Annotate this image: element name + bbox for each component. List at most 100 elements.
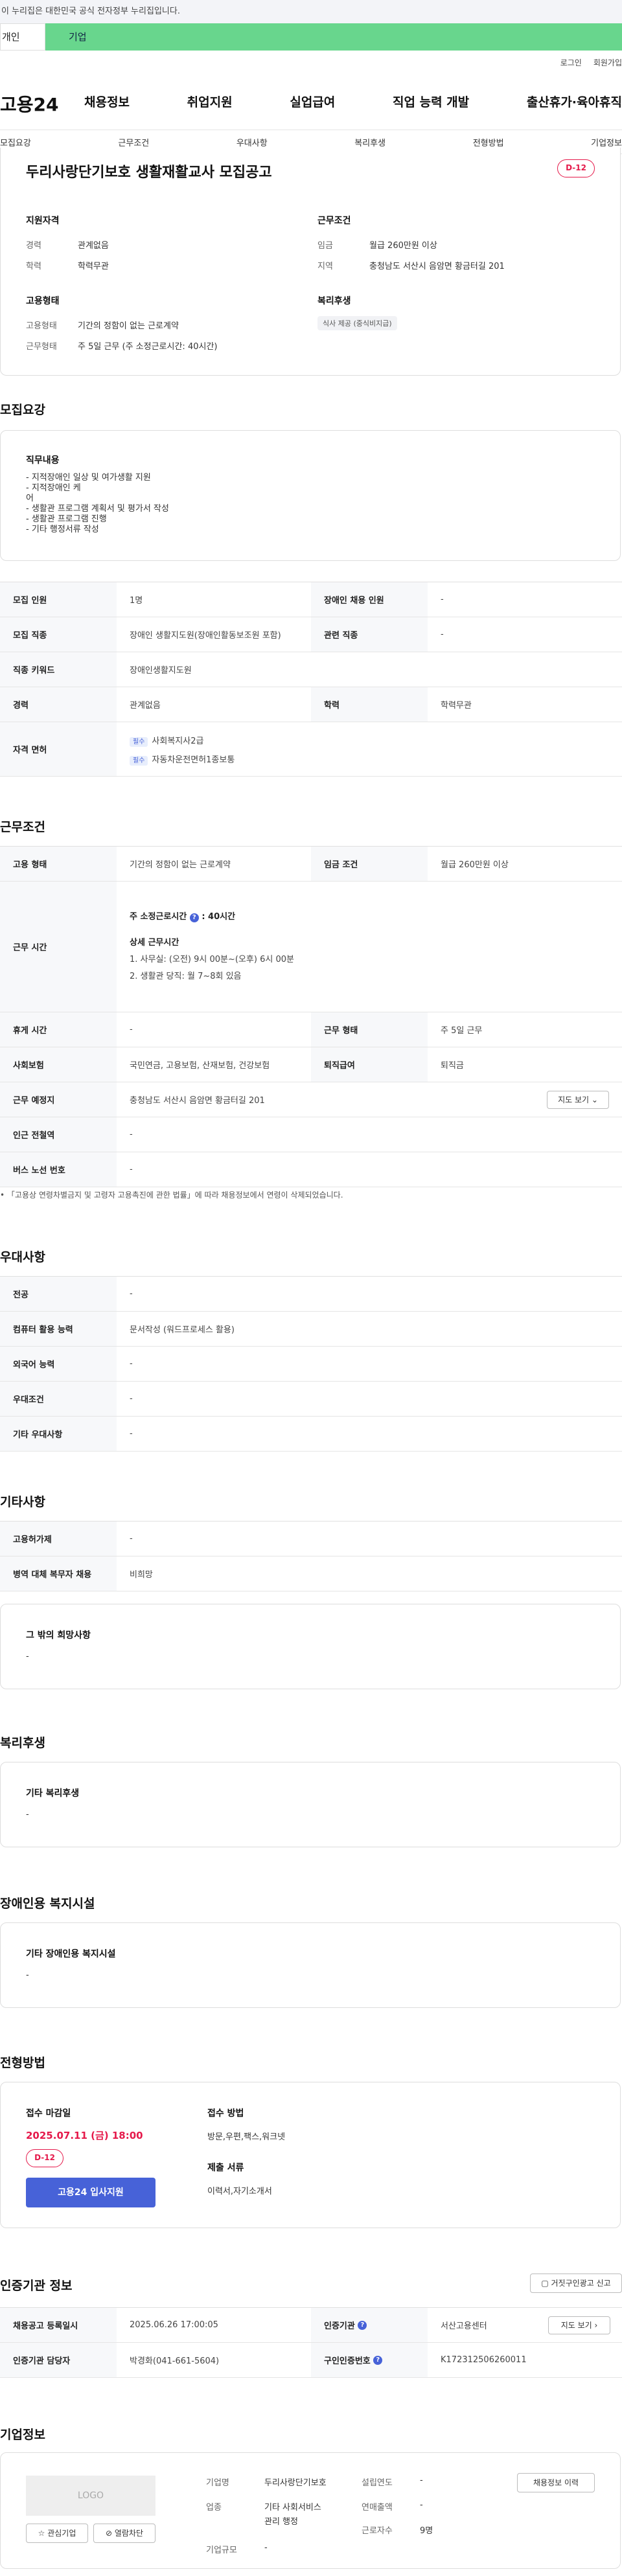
- section-title-prefer: 우대사항: [0, 1250, 45, 1264]
- table-row: 채용공고 등록일시 2025.06.26 17:00:05 인증기관 ? 서산고용센…: [0, 2308, 622, 2343]
- nav-parental-leave[interactable]: 출산휴가·육아휴직: [527, 93, 622, 110]
- td-time: 주 소정근로시간 ? : 40시간 상세 근무시간 1. 사무실: (오전) 9…: [117, 882, 622, 1012]
- tab-personal[interactable]: 개인: [0, 23, 45, 51]
- td-place: 충청남도 서산시 음암면 황금터길 201: [130, 1096, 265, 1106]
- wish-title: 그 밖의 희망사항: [26, 1630, 91, 1641]
- th-cert-no: 구인인증번호 ?: [311, 2343, 428, 2377]
- founded-value: -: [420, 2476, 423, 2485]
- th-place: 근무 예정지: [0, 1082, 117, 1117]
- info-icon[interactable]: ?: [358, 2320, 367, 2330]
- td-job: 장애인 생활지도원(장애인활동보조원 포함): [130, 631, 281, 641]
- nav-job-training[interactable]: 직업 능력 개발: [393, 93, 469, 110]
- map-button-label: 지도 보기: [558, 1095, 590, 1104]
- nav-unemployment-benefit[interactable]: 실업급여: [290, 93, 335, 110]
- hiring-history-button[interactable]: 채용정보 이력: [517, 2473, 595, 2492]
- company-name-key: 기업명: [206, 2478, 229, 2488]
- hours-label: 주 소정근로시간: [130, 911, 187, 922]
- license-name: 사회복지사2급: [152, 736, 204, 746]
- anchor-company[interactable]: 기업정보: [591, 136, 622, 148]
- anchor-prefer[interactable]: 우대사항: [236, 136, 268, 148]
- anchor-recruit[interactable]: 모집요강: [0, 136, 31, 148]
- favorite-company-button[interactable]: ☆ 관심기업: [26, 2524, 88, 2543]
- company-name-value: 두리사랑단기보호: [264, 2478, 327, 2488]
- emptype-key: 고용형태: [26, 321, 57, 331]
- age-notice-text: 「고용상 연령차별금지 및 고령자 고용촉진에 관한 법률」에 따라 채용정보에…: [6, 1191, 343, 1200]
- recruit-table: 모집 인원 1명 장애인 채용 인원 - 모집 직종 장애인 생활지도원(장애인활동보…: [0, 582, 622, 777]
- th-keyword: 직종 키워드: [0, 652, 117, 687]
- chevron-down-icon: ⌄: [591, 1095, 598, 1104]
- cert-no-label: 구인인증번호: [324, 2356, 371, 2366]
- license-item: 필수 사회복지사2급: [130, 734, 204, 747]
- hours-line: 주 소정근로시간 ? : 40시간: [130, 909, 235, 926]
- anchor-conditions[interactable]: 근무조건: [118, 136, 149, 148]
- deadline-title: 접수 마감일: [26, 2108, 71, 2119]
- table-row: 인근 전철역 -: [0, 1117, 622, 1152]
- sales-value: -: [420, 2500, 423, 2510]
- section-title-process: 전형방법: [0, 2056, 45, 2070]
- th-reg: 채용공고 등록일시: [0, 2308, 117, 2342]
- td-break: -: [130, 1025, 133, 1034]
- info-icon[interactable]: ?: [373, 2355, 383, 2365]
- th-org: 인증기관 ?: [311, 2308, 428, 2342]
- table-row: 고용 형태 기간의 정함이 없는 근로계약 임금 조건 월급 260만원 이상: [0, 847, 622, 882]
- career-value: 관계없음: [78, 241, 109, 251]
- site-logo[interactable]: 고용24: [0, 91, 59, 117]
- login-link[interactable]: 로그인: [560, 57, 582, 68]
- th-retire: 퇴직급여: [311, 1047, 428, 1082]
- method-title: 접수 방법: [207, 2108, 244, 2119]
- table-row: 버스 노선 번호 -: [0, 1152, 622, 1187]
- section-title-facility: 장애인용 복지시설: [0, 1897, 95, 1911]
- map-button-label: 지도 보기: [560, 2321, 592, 2330]
- star-icon: ☆: [38, 2529, 48, 2538]
- th-bus: 버스 노선 번호: [0, 1152, 117, 1187]
- company-logo: LOGO: [26, 2476, 156, 2516]
- table-row: 컴퓨터 활용 능력 문서작성 (워드프로세스 활용): [0, 1312, 622, 1347]
- facility-card: [0, 1922, 621, 2008]
- join-link[interactable]: 회원가입: [593, 57, 622, 68]
- org-map-button[interactable]: 지도 보기 ›: [548, 2316, 610, 2334]
- apply-button[interactable]: 고용24 입사지원: [26, 2178, 156, 2207]
- duty-line: - 생활관 프로그램 계획서 및 평가서 작성: [26, 504, 169, 514]
- info-icon[interactable]: ?: [189, 913, 199, 922]
- region-value: 충청남도 서산시 음암면 황금터길 201: [369, 262, 505, 271]
- table-row: 전공 -: [0, 1277, 622, 1312]
- anchor-welfare[interactable]: 복리후생: [354, 136, 386, 148]
- th-cond: 우대조건: [0, 1382, 117, 1416]
- required-tag: 필수: [130, 755, 148, 766]
- nav-jobs[interactable]: 채용정보: [84, 93, 130, 110]
- nav-employment-support[interactable]: 취업지원: [187, 93, 233, 110]
- region-key: 지역: [317, 262, 333, 271]
- table-row: 근무 시간 주 소정근로시간 ? : 40시간 상세 근무시간 1. 사무실: …: [0, 882, 622, 1012]
- welfare-etc-value: -: [26, 1810, 29, 1819]
- detail-label: 상세 근무시간: [130, 937, 179, 948]
- section-title-conditions: 근무조건: [0, 820, 45, 834]
- license-item: 필수 자동차운전면허1종보통: [130, 753, 235, 766]
- th-lang: 외국어 능력: [0, 1347, 117, 1381]
- gov-banner: 이 누리집은 대한민국 공식 전자정부 누리집입니다.: [0, 0, 622, 23]
- map-button[interactable]: 지도 보기 ⌄: [547, 1091, 609, 1109]
- facility-value: -: [26, 1970, 29, 1980]
- industry-value: 기타 사회서비스: [264, 2503, 321, 2513]
- th-pc: 컴퓨터 활용 능력: [0, 1312, 117, 1346]
- td-license: 필수 사회복지사2급 필수 자동차운전면허1종보통: [117, 722, 622, 776]
- block-view-button[interactable]: ⊘ 열람차단: [93, 2524, 156, 2543]
- auth-table: 채용공고 등록일시 2025.06.26 17:00:05 인증기관 ? 서산고용센…: [0, 2307, 622, 2378]
- td-edu: 학력무관: [441, 701, 472, 711]
- table-row: 휴게 시간 - 근무 형태 주 5일 근무: [0, 1012, 622, 1047]
- th-wage: 임금 조건: [311, 847, 428, 881]
- table-row: 사회보험 국민연금, 고용보험, 산재보험, 건강보험 퇴직급여 퇴직금: [0, 1047, 622, 1082]
- td-pc: 문서작성 (워드프로세스 활용): [130, 1325, 235, 1335]
- td-disabled: -: [441, 595, 444, 604]
- worktype-key: 근무형태: [26, 342, 57, 352]
- th-manager: 인증기관 담당자: [0, 2343, 117, 2377]
- chevron-right-icon: ›: [594, 2321, 598, 2330]
- report-button[interactable]: ▢ 거짓구인광고 신고: [530, 2274, 622, 2293]
- anchor-process[interactable]: 전형방법: [473, 136, 504, 148]
- td-wage: 월급 260만원 이상: [441, 860, 509, 870]
- section-title-recruit: 모집요강: [0, 403, 45, 417]
- tab-company[interactable]: 기업: [45, 23, 622, 51]
- cond-title: 근무조건: [317, 216, 351, 226]
- table-row: 경력 관계없음 학력 학력무관: [0, 687, 622, 722]
- td-headcount: 1명: [130, 596, 143, 606]
- td-subway: -: [130, 1130, 133, 1139]
